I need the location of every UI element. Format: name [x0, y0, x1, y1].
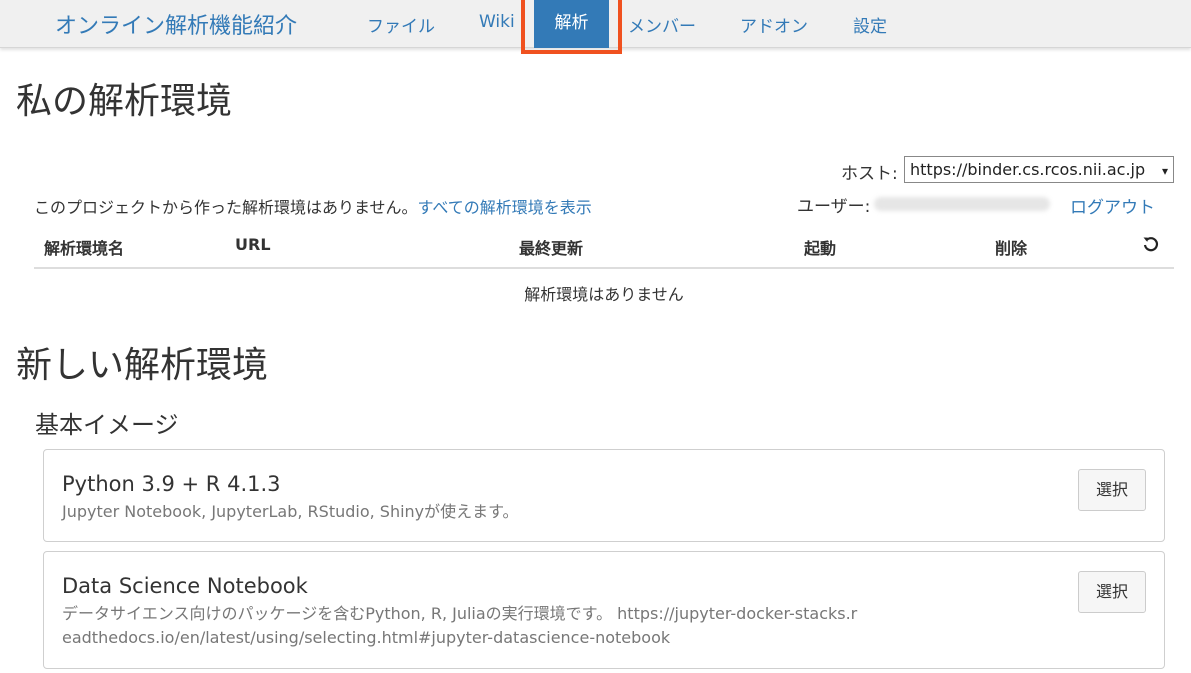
user-label: ユーザー: — [797, 197, 871, 217]
select-image-button[interactable]: 選択 — [1078, 469, 1146, 511]
image-card-title: Data Science Notebook — [62, 574, 308, 598]
nav-addons[interactable]: アドオン — [740, 12, 808, 37]
select-image-button[interactable]: 選択 — [1078, 571, 1146, 613]
host-select-value: https://binder.cs.rcos.nii.ac.jp — [910, 160, 1146, 179]
project-title-link[interactable]: オンライン解析機能紹介 — [55, 8, 297, 40]
nav-settings[interactable]: 設定 — [853, 12, 887, 37]
base-image-subtitle: 基本イメージ — [35, 411, 179, 439]
image-card-python-r: Python 3.9 + R 4.1.3 Jupyter Notebook, J… — [43, 449, 1165, 542]
col-header-delete: 削除 — [995, 239, 1028, 258]
refresh-icon[interactable] — [1141, 234, 1161, 254]
image-card-data-science: Data Science Notebook データサイエンス向けのパッケージを含… — [43, 551, 1165, 669]
empty-table-message: 解析環境はありません — [524, 285, 684, 304]
nav-files[interactable]: ファイル — [367, 12, 435, 37]
new-env-title: 新しい解析環境 — [16, 345, 269, 386]
host-label: ホスト: — [841, 164, 898, 184]
nav-members[interactable]: メンバー — [628, 12, 696, 37]
host-select[interactable]: https://binder.cs.rcos.nii.ac.jp ▾ — [904, 156, 1174, 183]
col-header-launch: 起動 — [804, 239, 837, 258]
col-header-last-updated: 最終更新 — [519, 239, 584, 258]
show-all-envs-link[interactable]: すべての解析環境を表示 — [418, 198, 592, 217]
nav-wiki[interactable]: Wiki — [479, 12, 515, 32]
annotation-highlight-box — [521, 0, 622, 54]
no-env-message-text: このプロジェクトから作った解析環境はありません。 — [34, 198, 418, 217]
image-card-title: Python 3.9 + R 4.1.3 — [62, 472, 281, 496]
user-name-redacted — [874, 197, 1050, 211]
image-card-description: Jupyter Notebook, JupyterLab, RStudio, S… — [62, 502, 519, 521]
no-env-message: このプロジェクトから作った解析環境はありません。すべての解析環境を表示 — [34, 194, 592, 218]
my-env-title: 私の解析環境 — [16, 81, 233, 122]
table-header-divider — [34, 267, 1174, 269]
col-header-env-name: 解析環境名 — [44, 239, 125, 258]
image-card-description: データサイエンス向けのパッケージを含むPython, R, Juliaの実行環境… — [62, 604, 858, 647]
col-header-url: URL — [235, 235, 271, 254]
chevron-down-icon: ▾ — [1161, 164, 1168, 178]
logout-link[interactable]: ログアウト — [1070, 193, 1155, 218]
